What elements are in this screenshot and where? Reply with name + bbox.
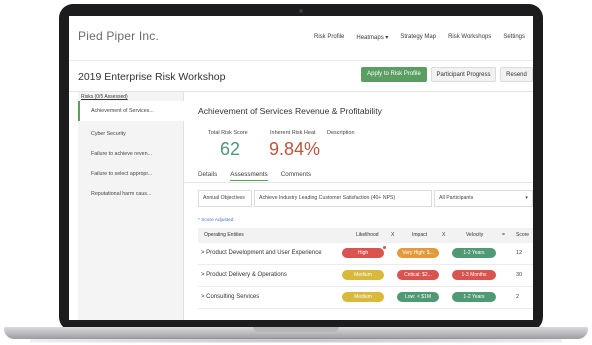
inherent-risk-heat-value: 9.84% <box>269 139 321 159</box>
page-title: 2019 Enterprise Risk Workshop <box>78 71 226 83</box>
sidebar-item-achievement[interactable]: Achievement of Services... <box>78 101 184 121</box>
nav-strategy-map[interactable]: Strategy Map <box>400 34 436 41</box>
header-score: Score <box>516 232 530 238</box>
score-value: 12 <box>516 250 523 256</box>
score-value: 30 <box>516 272 523 278</box>
chevron-down-icon: ▾ <box>525 195 528 201</box>
risk-sidebar: Risks (0/5 Assessed) Achievement of Serv… <box>78 92 184 320</box>
annual-objectives-filter[interactable]: Annual Objectives <box>198 190 252 207</box>
nav-risk-workshops[interactable]: Risk Workshops <box>448 34 491 41</box>
tab-comments[interactable]: Comments <box>281 171 311 181</box>
brand-logo: Pied Piper Inc. <box>78 29 160 43</box>
table-row[interactable]: > Product Delivery & Operations Medium C… <box>198 265 533 287</box>
table-header: Operating Entities Likelihood X Impact X… <box>198 228 533 243</box>
table-row[interactable]: > Product Development and User Experienc… <box>198 243 533 265</box>
tab-assessments[interactable]: Assessments <box>230 171 268 181</box>
nav-links: Risk Profile Heatmaps ▾ Strategy Map Ris… <box>314 34 525 41</box>
laptop-notch <box>253 327 339 332</box>
total-risk-score-value: 62 <box>220 139 241 159</box>
app-screen: Pied Piper Inc. Risk Profile Heatmaps ▾ … <box>69 16 533 320</box>
detail-tabs: Details Assessments Comments <box>198 171 311 181</box>
table-row[interactable]: > Consulting Services Medium Low: < $1M … <box>198 287 533 309</box>
sidebar-item-cyber-security[interactable]: Cyber Security <box>78 124 184 144</box>
tabs-divider <box>185 182 533 183</box>
description-label: Description <box>327 130 355 136</box>
objective-select[interactable]: Achieve Industry Leading Customer Satisf… <box>254 190 432 207</box>
header-impact: Impact <box>412 232 428 238</box>
header-velocity: Velocity <box>466 232 484 238</box>
velocity-pill[interactable]: 1-2 Years <box>452 248 496 258</box>
impact-pill[interactable]: Low: < $1M <box>397 292 439 302</box>
top-nav: Pied Piper Inc. Risk Profile Heatmaps ▾ … <box>69 16 533 61</box>
tab-details[interactable]: Details <box>198 171 217 181</box>
risk-detail-panel: Achievement of Services Revenue & Profit… <box>185 92 533 320</box>
entity-name[interactable]: > Consulting Services <box>201 294 259 300</box>
header-operating-entities: Operating Entities <box>204 232 244 238</box>
score-adjusted-note: * Score Adjusted <box>198 218 234 223</box>
sidebar-item-reputational-harm[interactable]: Reputational harm caus... <box>78 184 184 204</box>
velocity-pill[interactable]: 1-3 Months <box>452 270 496 280</box>
participants-select-value: All Participants <box>439 195 474 201</box>
header-x-1: X <box>391 232 395 238</box>
nav-risk-profile[interactable]: Risk Profile <box>314 34 344 41</box>
sidebar-item-failure-select[interactable]: Failure to select appropr... <box>78 164 184 184</box>
participant-progress-button[interactable]: Participant Progress <box>431 67 496 82</box>
header-x-2: X <box>442 232 446 238</box>
entity-name[interactable]: > Product Development and User Experienc… <box>201 250 322 256</box>
laptop-shadow <box>30 338 562 343</box>
header-likelihood: Likelihood <box>356 232 379 238</box>
resend-button[interactable]: Resend <box>500 67 533 82</box>
likelihood-pill[interactable]: Medium <box>342 292 384 302</box>
sidebar-item-failure-revenue[interactable]: Failure to achieve reven... <box>78 144 184 164</box>
adjusted-indicator <box>383 246 386 249</box>
impact-pill[interactable]: Critical: $2... <box>397 270 439 280</box>
likelihood-pill[interactable]: Medium <box>342 270 384 280</box>
entity-name[interactable]: > Product Delivery & Operations <box>201 272 287 278</box>
laptop-camera <box>299 9 303 13</box>
participants-select[interactable]: All Participants ▾ <box>434 190 533 207</box>
sidebar-heading[interactable]: Risks (0/5 Assessed) <box>81 94 128 100</box>
risk-title: Achievement of Services Revenue & Profit… <box>198 106 382 116</box>
nav-settings[interactable]: Settings <box>503 34 525 41</box>
inherent-risk-heat-label: Inherent Risk Heat <box>270 130 316 136</box>
velocity-pill[interactable]: 1-2 Years <box>452 292 496 302</box>
nav-heatmaps[interactable]: Heatmaps ▾ <box>356 34 388 41</box>
impact-pill[interactable]: Very High: $... <box>397 248 439 258</box>
likelihood-pill[interactable]: High <box>342 248 384 258</box>
score-value: 2 <box>516 294 520 300</box>
header-equals: = <box>502 232 505 238</box>
total-risk-score-label: Total Risk Score <box>208 130 248 136</box>
page-header: 2019 Enterprise Risk Workshop Apply to R… <box>69 62 533 92</box>
apply-to-risk-profile-button[interactable]: Apply to Risk Profile <box>361 67 427 82</box>
